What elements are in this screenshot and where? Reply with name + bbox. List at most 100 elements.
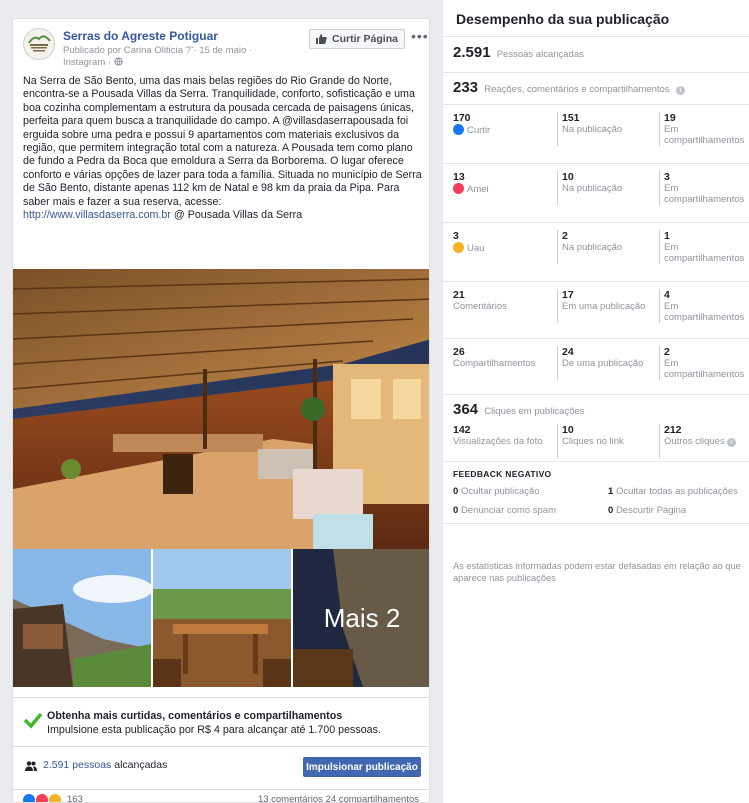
published-by[interactable]: Publicado por Carina Oliticia (63, 45, 183, 56)
comments-count[interactable]: 13 comentários (258, 794, 323, 802)
shares-total-number: 26 (453, 346, 465, 358)
more-options-button[interactable]: ••• (411, 28, 429, 44)
like-total: 170 Curtir (453, 112, 553, 136)
negative-feedback-title: FEEDBACK NEGATIVO (453, 469, 552, 479)
engagement-label: Reações, comentários e compartilhamentos (484, 84, 670, 95)
photo-thumbnails: Mais 2 (13, 549, 429, 687)
post-body-text: Na Serra de São Bento, uma das mais bela… (23, 75, 422, 208)
thumbnail-photo-3[interactable]: Mais 2 (293, 549, 429, 687)
main-photo[interactable] (13, 269, 429, 549)
like-icon (453, 124, 464, 135)
wow-label: Uau (467, 243, 485, 254)
like-on-post-number: 151 (562, 112, 580, 124)
clicks-label: Cliques em publicações (484, 406, 585, 417)
reaction-icons[interactable] (23, 794, 62, 802)
house-rock-photo (13, 549, 151, 687)
post-location[interactable]: @ Pousada Villas da Serra (174, 209, 302, 221)
comments-total: 21 Comentários (453, 289, 553, 312)
comments-on-post-label: Em uma publicação (562, 301, 646, 312)
spam-feedback: 0 Denunciar como spam (453, 505, 556, 516)
thumbs-up-icon (316, 34, 327, 44)
boost-suggestion: Obtenha mais curtidas, comentários e com… (13, 697, 429, 747)
like-on-shares-number: 19 (664, 112, 676, 124)
like-page-button[interactable]: Curtir Página (309, 29, 405, 49)
wow-on-shares: 1 Em compartilhamentos (659, 230, 749, 264)
other-clicks-number: 212 (664, 424, 682, 436)
shares-of-post-label: De uma publicação (562, 358, 644, 369)
love-row: 13 Amei 10 Na publicação 3 Em compartilh… (443, 165, 749, 222)
post-header: Serras do Agreste Potiguar Publicado por… (13, 19, 429, 69)
page-name-link[interactable]: Serras do Agreste Potiguar (63, 29, 218, 43)
wow-total: 3 Uau (453, 230, 553, 254)
veranda-table-photo (153, 549, 291, 687)
photo-views-number: 142 (453, 424, 471, 436)
hide-all-label: Ocultar todas as publicações (615, 486, 738, 497)
post-body: Na Serra de São Bento, uma das mais bela… (23, 75, 423, 222)
wow-on-post: 2 Na publicação (557, 230, 653, 264)
thumbnail-photo-1[interactable] (13, 549, 151, 687)
love-reaction-icon (36, 794, 48, 802)
love-on-post-number: 10 (562, 171, 574, 183)
comments-on-shares: 4 Em compartilhamentos (659, 289, 749, 323)
post-link[interactable]: http://www.villasdaserra.com.br (23, 209, 171, 221)
wow-icon (453, 242, 464, 253)
photo-views-label: Visualizações da foto (453, 436, 543, 447)
boost-title: Obtenha mais curtidas, comentários e com… (47, 710, 343, 722)
thumbnail-photo-2[interactable] (153, 549, 291, 687)
reach-row: 2.591 pessoas alcançadas Impulsionar pub… (13, 747, 429, 789)
globe-icon (114, 57, 123, 66)
love-total-number: 13 (453, 171, 465, 183)
info-icon[interactable]: i (675, 86, 685, 95)
terrace-photo (13, 269, 429, 549)
reach-link[interactable]: 2.591 pessoas (43, 759, 111, 771)
reach-text: 2.591 pessoas alcançadas (43, 759, 167, 771)
reached-label: Pessoas alcançadas (496, 49, 584, 60)
info-icon[interactable]: i (726, 438, 736, 447)
more-photos-overlay[interactable]: Mais 2 (293, 549, 429, 687)
page-avatar[interactable] (23, 28, 55, 60)
like-reaction-icon (23, 794, 35, 802)
like-on-post: 151 Na publicação (557, 112, 653, 146)
unlike-feedback: 0 Descurtir Página (608, 505, 686, 516)
page-logo-icon (28, 35, 51, 52)
link-clicks-number: 10 (562, 424, 574, 436)
other-clicks-label: Outros cliques (664, 436, 725, 447)
hide-post-feedback: 0 Ocultar publicação (453, 486, 540, 497)
wow-on-shares-label: Em compartilhamentos (664, 242, 745, 264)
post-card: Serras do Agreste Potiguar Publicado por… (12, 18, 430, 803)
like-on-shares: 19 Em compartilhamentos (659, 112, 749, 146)
like-total-number: 170 (453, 112, 471, 124)
divider (443, 281, 749, 282)
divider (443, 222, 749, 223)
love-label: Amei (467, 184, 489, 195)
link-clicks-label: Cliques no link (562, 436, 624, 447)
love-on-post-label: Na publicação (562, 183, 623, 194)
people-icon (25, 761, 37, 771)
comments-label: Comentários (453, 301, 507, 312)
comments-on-post-number: 17 (562, 289, 574, 301)
clicks-row: 142 Visualizações da foto 10 Cliques no … (443, 418, 749, 475)
comments-row: 21 Comentários 17 Em uma publicação 4 Em… (443, 283, 749, 340)
comments-on-shares-number: 4 (664, 289, 670, 301)
wow-on-post-label: Na publicação (562, 242, 623, 253)
post-meta: Publicado por Carina Oliticia ?̃ · 15 de… (63, 45, 253, 68)
like-on-shares-label: Em compartilhamentos (664, 124, 745, 146)
shares-count[interactable]: 24 compartilhamentos (326, 794, 419, 802)
shares-on-shares: 2 Em compartilhamentos (659, 346, 749, 380)
clicks-stat: 364 Cliques em publicações (453, 401, 585, 418)
love-on-shares-number: 3 (664, 171, 670, 183)
reaction-count[interactable]: 163 (67, 794, 83, 802)
wow-total-number: 3 (453, 230, 459, 242)
unlike-number: 0 (608, 505, 614, 516)
post-source: Instagram (63, 57, 106, 68)
post-date[interactable]: 15 de maio (199, 45, 246, 56)
unlike-label: Descurtir Página (615, 505, 687, 516)
engagement-number: 233 (453, 79, 479, 96)
boost-post-button[interactable]: Impulsionar publicação (303, 757, 421, 777)
like-row: 170 Curtir 151 Na publicação 19 Em compa… (443, 106, 749, 163)
divider (443, 163, 749, 164)
wow-row: 3 Uau 2 Na publicação 1 Em compartilhame… (443, 224, 749, 281)
reach-suffix: alcançadas (114, 759, 168, 771)
insights-title: Desempenho da sua publicação (456, 11, 670, 27)
hide-post-number: 0 (453, 486, 459, 497)
